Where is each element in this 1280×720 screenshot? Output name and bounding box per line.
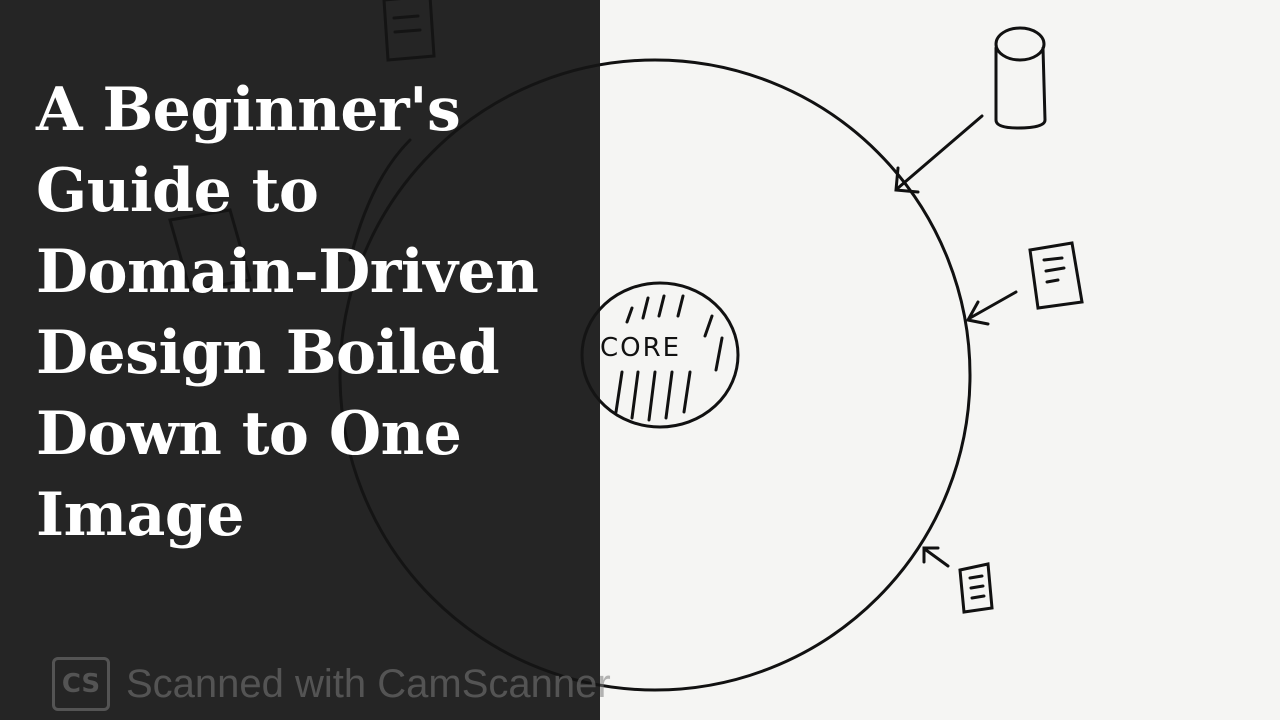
page-title: A Beginner's Guide to Domain-Driven Desi… xyxy=(36,75,539,550)
arrow-to-circle-3 xyxy=(922,546,950,568)
thumbnail-canvas: CORE A Beginner's Guide to Domain-Driven… xyxy=(0,0,1280,720)
arrow-to-circle-2 xyxy=(965,290,1018,326)
document-icon xyxy=(958,562,994,614)
arrow-to-circle-1 xyxy=(894,114,984,194)
camscanner-watermark: CS Scanned with CamScanner xyxy=(52,654,611,714)
core-label: CORE xyxy=(600,333,681,363)
document-icon xyxy=(1028,241,1084,310)
watermark-text: Scanned with CamScanner xyxy=(126,661,611,706)
camscanner-logo-icon: CS xyxy=(52,657,110,711)
database-icon xyxy=(994,26,1047,130)
